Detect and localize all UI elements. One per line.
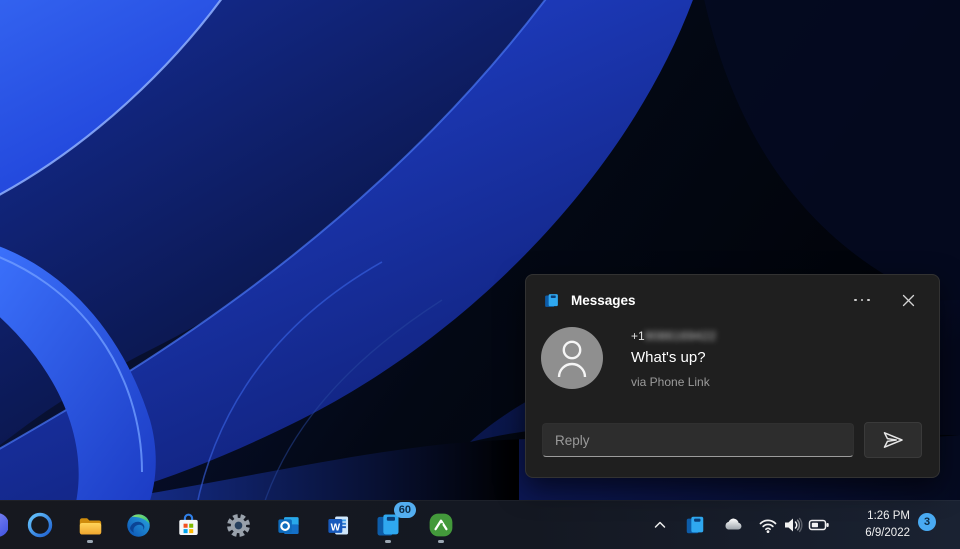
svg-text:W: W: [330, 522, 340, 533]
person-icon: [557, 340, 587, 378]
speaker-icon: [785, 517, 803, 533]
chevron-up-icon: [654, 521, 666, 528]
word-icon: W: [327, 516, 348, 534]
tray-date: 6/9/2022: [865, 527, 910, 539]
phone-link-tray-icon: [686, 516, 704, 534]
via-phone-link-label: via Phone Link: [631, 375, 710, 389]
toast-body[interactable]: +1 9086169422 What's up? via Phone Link: [526, 312, 939, 390]
tray-time: 1:26 PM: [867, 510, 910, 522]
more-options-button[interactable]: [847, 288, 877, 312]
messages-app-icon: [545, 293, 558, 307]
taskbar-app-phone-link[interactable]: 60: [368, 502, 416, 545]
reply-row: [542, 422, 922, 458]
outlook-icon: [277, 516, 299, 534]
taskbar-app-microsoft-store[interactable]: [168, 505, 208, 545]
tray-show-hidden-icons[interactable]: [644, 509, 676, 541]
send-button[interactable]: [864, 422, 922, 458]
running-indicator: [385, 540, 391, 543]
unread-count-badge: 60: [393, 502, 416, 518]
file-explorer-icon: [79, 517, 101, 534]
taskbar-app-word[interactable]: W: [318, 505, 358, 545]
send-icon: [883, 432, 903, 448]
tray-clock[interactable]: 1:26 PM 6/9/2022: [830, 508, 910, 542]
toast-title: Messages: [571, 292, 636, 308]
ellipsis-icon: [854, 298, 870, 302]
toast-header: Messages: [526, 275, 939, 312]
taskbar-app-alltrails[interactable]: [421, 505, 461, 545]
settings-gear-icon: [226, 513, 250, 537]
running-indicator: [438, 540, 444, 543]
taskbar-app-edge[interactable]: [118, 505, 158, 545]
toast-texts: +1 9086169422 What's up? via Phone Link: [631, 327, 716, 390]
tray-onedrive[interactable]: [717, 509, 749, 541]
taskbar: W 60 1:26 PM 6/9/2022: [0, 500, 960, 549]
notification-count-badge[interactable]: 3: [918, 513, 936, 531]
messages-notification-toast: Messages +1 9086169422 What's up? via Pho…: [525, 274, 940, 478]
edge-icon: [126, 513, 150, 537]
close-button[interactable]: [893, 288, 923, 312]
taskbar-app-settings[interactable]: [218, 505, 258, 545]
alltrails-icon: [429, 513, 453, 537]
close-icon: [902, 294, 914, 306]
contact-avatar: [541, 327, 603, 389]
sender-phone-number: +1 9086169422: [631, 329, 717, 343]
tray-phone-link[interactable]: [679, 509, 711, 541]
cortana-icon: [27, 512, 53, 538]
running-indicator: [87, 540, 93, 543]
taskbar-app-file-explorer[interactable]: [70, 505, 110, 545]
microsoft-store-icon: [178, 513, 198, 535]
taskbar-app-outlook[interactable]: [268, 505, 308, 545]
sender-masked-digits: 9086169422: [644, 329, 717, 343]
battery-icon: [808, 519, 829, 531]
cropped-taskbar-icon[interactable]: [0, 511, 8, 539]
taskbar-app-cortana[interactable]: [20, 505, 60, 545]
reply-input[interactable]: [542, 423, 854, 457]
message-text: What's up?: [631, 349, 706, 366]
cloud-icon: [725, 518, 742, 530]
